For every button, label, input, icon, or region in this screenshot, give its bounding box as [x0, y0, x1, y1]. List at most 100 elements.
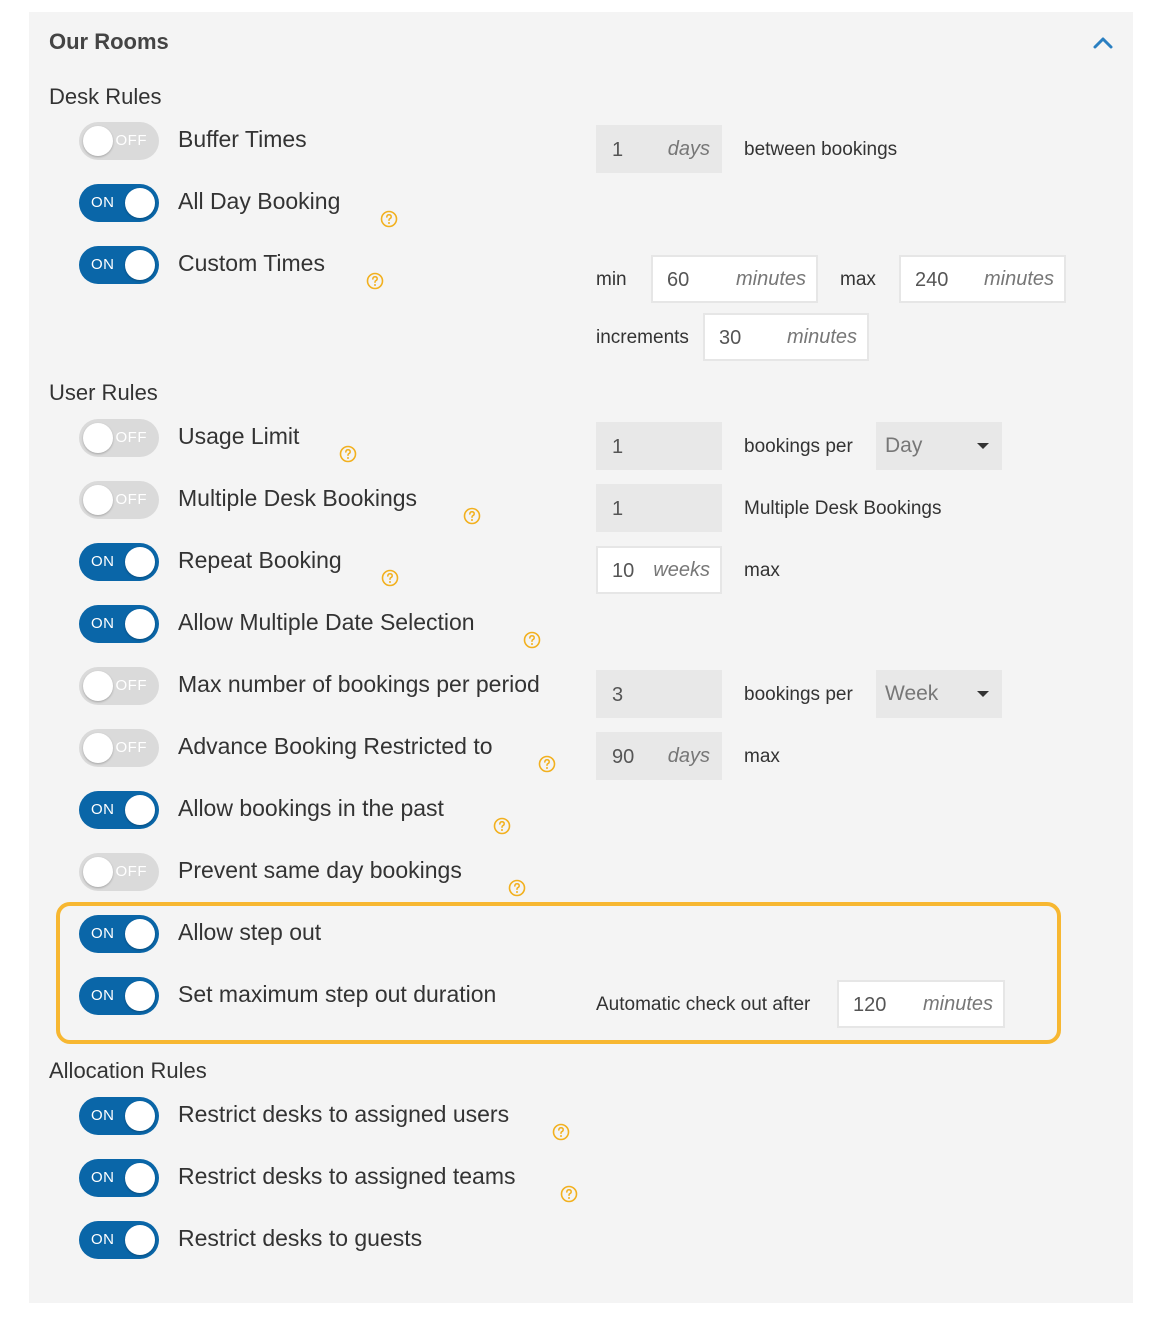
buffer-times-toggle[interactable]: OFF: [79, 122, 159, 160]
toggle-knob: [83, 126, 113, 156]
repeat-booking-toggle[interactable]: ON: [79, 543, 159, 581]
help-icon[interactable]: [493, 817, 511, 835]
toggle-state-label: ON: [91, 801, 115, 818]
custom-max-unit: minutes: [983, 268, 1054, 290]
custom-increments-label: increments: [596, 327, 689, 348]
toggle-knob: [125, 795, 155, 825]
buffer-days-field[interactable]: 1 days: [596, 125, 722, 173]
toggle-state-label: OFF: [115, 132, 147, 149]
toggle-knob: [125, 1163, 155, 1193]
section-allocation-rules: Allocation Rules: [49, 1058, 207, 1083]
advance-booking-restricted-label: Advance Booking Restricted to: [178, 733, 493, 759]
help-icon[interactable]: [552, 1123, 570, 1141]
usage-limit-toggle[interactable]: OFF: [79, 419, 159, 457]
help-icon[interactable]: [560, 1185, 578, 1203]
restrict-assigned-teams-toggle[interactable]: ON: [79, 1159, 159, 1197]
advance-suffix: max: [744, 746, 780, 767]
toggle-knob: [125, 250, 155, 280]
toggle-state-label: OFF: [115, 491, 147, 508]
help-icon[interactable]: [339, 445, 357, 463]
repeat-suffix: max: [744, 560, 780, 581]
help-icon[interactable]: [538, 755, 556, 773]
caret-down-icon: [977, 691, 989, 697]
help-icon[interactable]: [523, 631, 541, 649]
advance-booking-restricted-toggle[interactable]: OFF: [79, 729, 159, 767]
toggle-knob: [83, 671, 113, 701]
usage-limit-period-select[interactable]: Day: [876, 422, 1002, 470]
restrict-assigned-users-toggle[interactable]: ON: [79, 1097, 159, 1135]
custom-times-label: Custom Times: [178, 250, 325, 276]
allow-bookings-in-past-toggle[interactable]: ON: [79, 791, 159, 829]
restrict-guests-toggle[interactable]: ON: [79, 1221, 159, 1259]
allow-bookings-in-past-label: Allow bookings in the past: [178, 795, 444, 821]
custom-min-unit: minutes: [735, 268, 806, 290]
help-icon[interactable]: [463, 507, 481, 525]
restrict-assigned-users-label: Restrict desks to assigned users: [178, 1101, 510, 1127]
custom-max-value: 240: [915, 269, 949, 291]
custom-increments-unit: minutes: [786, 326, 857, 348]
repeat-weeks-unit: weeks: [653, 559, 710, 581]
advance-days-field[interactable]: 90 days: [596, 732, 722, 780]
prevent-same-day-toggle[interactable]: OFF: [79, 853, 159, 891]
advance-days-value: 90: [612, 746, 635, 768]
custom-increments-value: 30: [719, 327, 742, 349]
section-user-rules: User Rules: [49, 380, 158, 405]
panel-title: Our Rooms: [49, 29, 169, 54]
restrict-guests-label: Restrict desks to guests: [178, 1225, 423, 1251]
custom-max-field[interactable]: 240 minutes: [899, 255, 1066, 303]
toggle-state-label: ON: [91, 1231, 115, 1248]
max-per-period-select[interactable]: Week: [876, 670, 1002, 718]
toggle-knob: [125, 1101, 155, 1131]
step-out-minutes-unit: minutes: [922, 993, 993, 1015]
repeat-weeks-field[interactable]: 10 weeks: [596, 546, 722, 594]
step-out-minutes-field[interactable]: 120 minutes: [837, 980, 1005, 1028]
allow-multiple-date-selection-toggle[interactable]: ON: [79, 605, 159, 643]
multiple-desk-field[interactable]: 1: [596, 484, 722, 532]
max-bookings-per-period-label: Max number of bookings per period: [178, 671, 540, 697]
buffer-times-label: Buffer Times: [178, 126, 307, 152]
toggle-knob: [125, 188, 155, 218]
multiple-desk-suffix: Multiple Desk Bookings: [744, 498, 942, 519]
toggle-knob: [83, 423, 113, 453]
custom-times-toggle[interactable]: ON: [79, 246, 159, 284]
help-icon[interactable]: [381, 569, 399, 587]
repeat-weeks-value: 10: [612, 560, 635, 582]
restrict-assigned-teams-label: Restrict desks to assigned teams: [178, 1163, 516, 1189]
custom-min-field[interactable]: 60 minutes: [651, 255, 818, 303]
help-icon[interactable]: [366, 272, 384, 290]
repeat-booking-label: Repeat Booking: [178, 547, 342, 573]
custom-increments-field[interactable]: 30 minutes: [703, 313, 869, 361]
usage-limit-period-value: Day: [885, 434, 923, 457]
max-per-period-suffix: bookings per: [744, 684, 853, 705]
usage-limit-value: 1: [612, 436, 624, 458]
max-bookings-per-period-toggle[interactable]: OFF: [79, 667, 159, 705]
custom-max-label: max: [840, 269, 876, 290]
chevron-up-icon[interactable]: [1090, 30, 1116, 56]
allow-multiple-date-selection-label: Allow Multiple Date Selection: [178, 609, 475, 635]
prevent-same-day-label: Prevent same day bookings: [178, 857, 462, 883]
custom-min-label: min: [596, 269, 627, 290]
help-icon[interactable]: [508, 879, 526, 897]
advance-days-unit: days: [667, 745, 710, 767]
caret-down-icon: [977, 443, 989, 449]
max-per-period-period-value: Week: [885, 682, 939, 705]
max-per-period-value: 3: [612, 684, 624, 706]
usage-limit-suffix: bookings per: [744, 436, 853, 457]
buffer-suffix: between bookings: [744, 139, 898, 160]
multiple-desk-bookings-toggle[interactable]: OFF: [79, 481, 159, 519]
toggle-state-label: ON: [91, 1107, 115, 1124]
usage-limit-field[interactable]: 1: [596, 422, 722, 470]
all-day-booking-toggle[interactable]: ON: [79, 184, 159, 222]
multiple-desk-value: 1: [612, 498, 624, 520]
toggle-state-label: OFF: [115, 429, 147, 446]
custom-min-value: 60: [667, 269, 690, 291]
help-icon[interactable]: [380, 210, 398, 228]
toggle-knob: [125, 609, 155, 639]
toggle-state-label: OFF: [115, 677, 147, 694]
toggle-knob: [83, 733, 113, 763]
toggle-state-label: ON: [91, 1169, 115, 1186]
buffer-days-value: 1: [612, 139, 624, 161]
max-per-period-field[interactable]: 3: [596, 670, 722, 718]
step-out-minutes-value: 120: [853, 994, 887, 1016]
toggle-state-label: ON: [91, 615, 115, 632]
